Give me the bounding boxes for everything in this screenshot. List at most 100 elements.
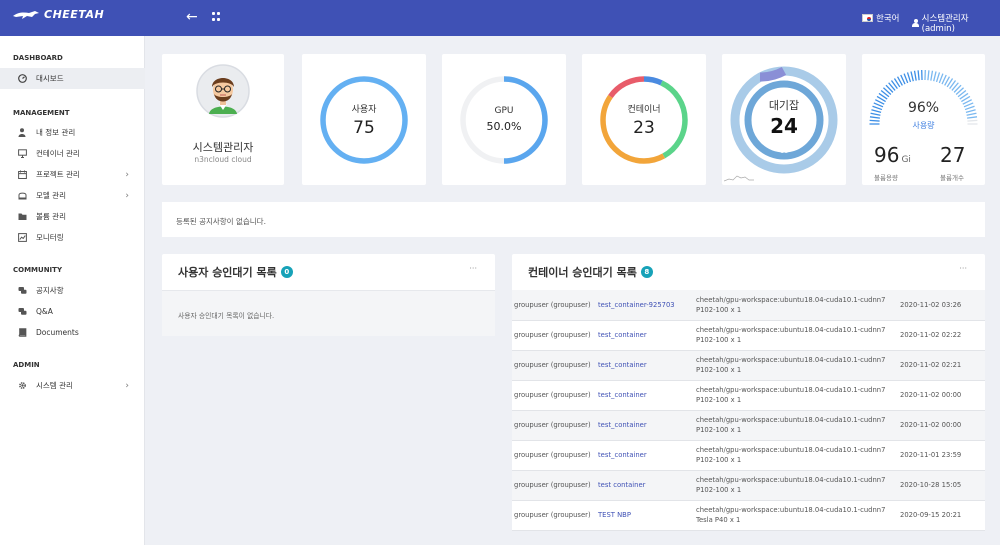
row-container-name-link[interactable]: test_container — [598, 391, 647, 399]
model-icon — [17, 191, 27, 201]
sidebar-item-monitoring[interactable]: 모니터링 — [0, 227, 145, 248]
row-date: 2020-09-15 20:21 — [900, 511, 962, 519]
waiting-jobs-value: 24 — [770, 114, 798, 138]
sidebar-item-documents[interactable]: Documents — [0, 322, 145, 343]
language-label: 한국어 — [876, 14, 900, 24]
sidebar-item-label: 컨테이너 관리 — [36, 149, 80, 158]
logo[interactable]: CHEETAH — [12, 8, 104, 21]
volume-count-value: 27 — [940, 143, 966, 167]
chart-icon — [17, 233, 27, 243]
sidebar-item-label: 프로젝트 관리 — [36, 170, 80, 179]
sidebar-item-my-info[interactable]: 내 정보 관리 — [0, 122, 145, 143]
row-date: 2020-11-02 00:00 — [900, 391, 962, 399]
notice-bar: 등록된 공지사항이 없습니다. — [162, 202, 985, 237]
language-selector[interactable]: 한국어 — [862, 12, 899, 24]
container-pending-table: groupuser (groupuser) test_container-9257… — [512, 290, 985, 531]
gear-icon — [17, 381, 27, 391]
row-user: groupuser (groupuser) — [514, 481, 591, 489]
folder-icon — [17, 212, 27, 222]
volume-count-label: 볼륨개수 — [940, 174, 964, 182]
user-pending-empty: 사용자 승인대기 목록이 없습니다. — [162, 291, 495, 336]
gauge-tick — [930, 70, 934, 81]
sidebar-item-projects[interactable]: 프로젝트 관리 › — [0, 164, 145, 185]
table-row[interactable]: groupuser (groupuser) test container cheet… — [512, 470, 985, 501]
row-container-name-link[interactable]: test_container — [598, 361, 647, 369]
user-pending-title-text: 사용자 승인대기 목록 — [178, 266, 277, 279]
row-date: 2020-11-02 02:22 — [900, 331, 962, 339]
table-row[interactable]: groupuser (groupuser) TEST NBP cheetah/gpu… — [512, 500, 985, 531]
comments-icon — [17, 307, 27, 317]
row-user: groupuser (groupuser) — [514, 300, 591, 309]
gauge-tick — [869, 116, 880, 119]
gauge-tick — [910, 71, 914, 82]
sparkline-icon — [724, 175, 754, 182]
sidebar-item-models[interactable]: 모델 관리 › — [0, 185, 145, 206]
profile-org: n3ncloud cloud — [194, 155, 252, 164]
back-arrow-icon[interactable]: ← — [186, 10, 198, 24]
row-user: groupuser (groupuser) — [514, 391, 591, 399]
user-icon — [17, 128, 27, 138]
profile-name: 시스템관리자 — [192, 141, 254, 154]
user-pending-more-button[interactable]: ··· — [469, 264, 477, 273]
korea-flag-icon — [862, 14, 873, 22]
containers-stat-card: 컨테이너 23 — [582, 54, 706, 185]
avatar — [196, 64, 250, 118]
table-row[interactable]: groupuser (groupuser) test_container cheet… — [512, 380, 985, 411]
sidebar-item-volumes[interactable]: 볼륨 관리 — [0, 206, 145, 227]
sidebar-section-admin: ADMIN — [13, 361, 40, 369]
sidebar-item-label: Q&A — [36, 307, 53, 316]
sidebar-item-dashboard[interactable]: 대시보드 — [0, 68, 145, 89]
apps-grid-icon[interactable] — [212, 12, 222, 22]
row-image: cheetah/gpu-workspace:ubuntu18.04-cuda10… — [696, 416, 886, 424]
user-menu[interactable]: 시스템관리자 (admin) — [912, 12, 1000, 34]
waiting-jobs-card: OC 대기잡 24 — [722, 54, 846, 185]
row-user: groupuser (groupuser) — [514, 361, 591, 369]
dashboard-icon — [17, 74, 27, 84]
row-image: cheetah/gpu-workspace:ubuntu18.04-cuda10… — [696, 506, 886, 514]
row-container-name-link[interactable]: test_container — [598, 451, 647, 459]
row-date: 2020-11-02 02:21 — [900, 361, 962, 369]
top-bar: CHEETAH ← 한국어 시스템관리자 (admin) — [0, 0, 1000, 36]
row-image: cheetah/gpu-workspace:ubuntu18.04-cuda10… — [696, 295, 886, 304]
table-row[interactable]: groupuser (groupuser) test_container cheet… — [512, 440, 985, 471]
user-name: 시스템관리자 (admin) — [921, 14, 969, 34]
user-pending-count-badge: 0 — [280, 266, 293, 278]
row-spec: P102-100 x 1 — [696, 305, 742, 314]
table-row[interactable]: groupuser (groupuser) test_container cheet… — [512, 320, 985, 351]
gauge-tick — [917, 70, 920, 81]
row-container-name-link[interactable]: test_container — [598, 421, 647, 429]
row-user: groupuser (groupuser) — [514, 421, 591, 429]
table-row[interactable]: groupuser (groupuser) test_container-9257… — [512, 290, 985, 321]
row-container-name-link[interactable]: TEST NBP — [598, 511, 631, 519]
user-icon — [912, 18, 919, 28]
usage-percent: 96% — [907, 100, 940, 116]
row-spec: P102-100 x 1 — [696, 456, 742, 464]
sidebar-item-qna[interactable]: Q&A — [0, 301, 145, 322]
gauge-tick — [906, 72, 912, 83]
table-row[interactable]: groupuser (groupuser) test_container cheet… — [512, 350, 985, 381]
row-spec: P102-100 x 1 — [696, 426, 742, 434]
sidebar-item-label: 대시보드 — [36, 74, 64, 83]
row-spec: P102-100 x 1 — [696, 366, 742, 374]
gpu-value: 50.0% — [486, 120, 522, 133]
comments-icon — [17, 286, 27, 296]
row-container-name-link[interactable]: test container — [598, 481, 645, 489]
gauge-tick — [913, 70, 917, 81]
gauge-tick — [935, 72, 941, 83]
logo-text: CHEETAH — [44, 8, 105, 21]
gauge-tick — [933, 71, 937, 82]
cheetah-logo-icon — [13, 10, 39, 19]
table-row[interactable]: groupuser (groupuser) test_container cheet… — [512, 410, 985, 441]
container-pending-count-badge: 8 — [640, 266, 653, 278]
sidebar-item-system-admin[interactable]: 시스템 관리 › — [0, 375, 145, 396]
container-pending-more-button[interactable]: ··· — [959, 264, 967, 273]
gauge-tick — [903, 73, 909, 84]
gauge-tick — [967, 116, 978, 119]
container-pending-title: 컨테이너 승인대기 목록 8 — [528, 264, 653, 280]
sidebar-item-containers[interactable]: 컨테이너 관리 — [0, 143, 145, 164]
profile-card: 시스템관리자 n3ncloud cloud — [162, 54, 284, 185]
sidebar-item-notices[interactable]: 공지사항 — [0, 280, 145, 301]
row-container-name-link[interactable]: test_container — [598, 331, 647, 339]
row-container-name-link[interactable]: test_container-925703 — [598, 301, 675, 309]
sidebar-item-label: Documents — [36, 328, 79, 337]
